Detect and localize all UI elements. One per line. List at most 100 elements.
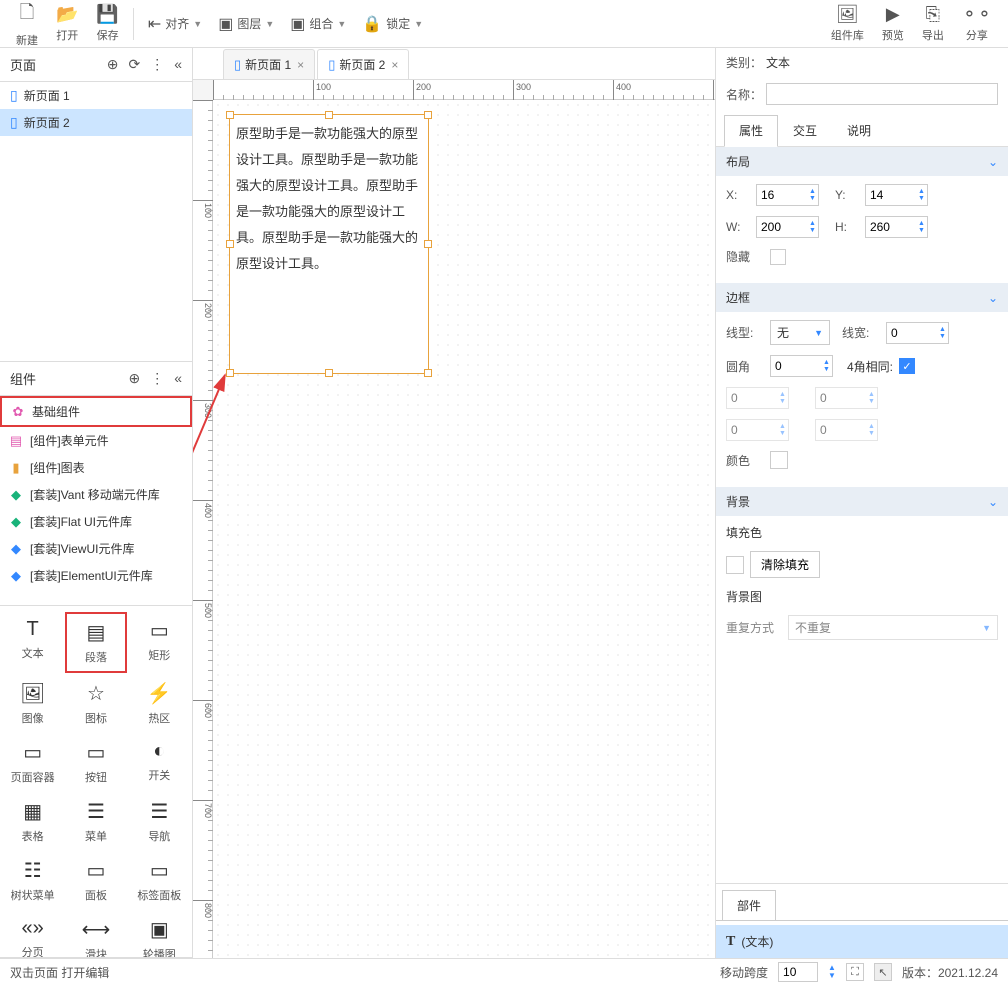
hide-checkbox[interactable] xyxy=(770,249,786,265)
layout-section-header[interactable]: 布局⌄ xyxy=(716,147,1008,176)
component-cell[interactable]: ▭页面容器 xyxy=(2,734,63,791)
prop-tab-notes[interactable]: 说明 xyxy=(832,115,886,146)
part-item[interactable]: T(文本) xyxy=(716,925,1008,958)
h-input[interactable]: ▲▼ xyxy=(865,216,928,238)
component-cell[interactable]: ☰导航 xyxy=(129,793,190,850)
spin-icon[interactable]: ▲▼ xyxy=(828,964,836,980)
linewidth-input[interactable]: ▲▼ xyxy=(886,322,949,344)
component-cell[interactable]: ☆图标 xyxy=(65,675,126,732)
linetype-select[interactable]: 无▼ xyxy=(770,320,830,345)
component-cell[interactable]: ▦表格 xyxy=(2,793,63,850)
w-input[interactable]: ▲▼ xyxy=(756,216,819,238)
lib-icon: ▤ xyxy=(8,433,24,449)
resize-handle[interactable] xyxy=(424,240,432,248)
fullscreen-icon[interactable]: ⛶ xyxy=(846,963,864,981)
preview-button[interactable]: ▶预览 xyxy=(874,0,912,47)
component-cell[interactable]: ▭标签面板 xyxy=(129,852,190,909)
component-cell[interactable]: ▤段落 xyxy=(65,612,126,673)
component-cell[interactable]: 🖼图像 xyxy=(2,675,63,732)
corner-br-input[interactable]: ▲▼ xyxy=(815,419,878,441)
x-input[interactable]: ▲▼ xyxy=(756,184,819,206)
page-item[interactable]: ▯新页面 2 xyxy=(0,109,192,136)
export-button[interactable]: ⎘导出 xyxy=(914,0,952,47)
library-item[interactable]: ▤[组件]表单元件 xyxy=(0,427,192,454)
clear-fill-button[interactable]: 清除填充 xyxy=(750,551,820,578)
library-item[interactable]: ◆[套装]ElementUI元件库 xyxy=(0,562,192,589)
component-cell[interactable]: ☷树状菜单 xyxy=(2,852,63,909)
complib-button[interactable]: 🖼组件库 xyxy=(823,0,872,47)
component-cell[interactable]: ⚡热区 xyxy=(129,675,190,732)
lib-collapse-icon[interactable]: « xyxy=(174,370,182,387)
component-cell[interactable]: ▣轮播图 xyxy=(129,911,190,958)
selected-paragraph-element[interactable]: 原型助手是一款功能强大的原型设计工具。原型助手是一款功能强大的原型设计工具。原型… xyxy=(229,114,429,374)
library-item[interactable]: ✿基础组件 xyxy=(0,396,192,427)
collapse-icon[interactable]: « xyxy=(174,56,182,73)
lock-dropdown[interactable]: 🔒锁定▼ xyxy=(354,10,431,38)
open-button[interactable]: 📂打开 xyxy=(48,0,86,52)
lib-more-icon[interactable]: ⋮ xyxy=(150,370,164,387)
page-item[interactable]: ▯新页面 1 xyxy=(0,82,192,109)
repeat-select[interactable]: 不重复▼ xyxy=(788,615,998,640)
resize-handle[interactable] xyxy=(226,369,234,377)
component-cell[interactable]: «»分页 xyxy=(2,911,63,958)
new-button[interactable]: 🗋新建 xyxy=(8,0,46,52)
library-item[interactable]: ◆[套装]Flat UI元件库 xyxy=(0,508,192,535)
fill-color-swatch[interactable] xyxy=(726,556,744,574)
resize-handle[interactable] xyxy=(424,369,432,377)
canvas-tab[interactable]: ▯新页面 2× xyxy=(317,49,409,79)
resize-handle[interactable] xyxy=(325,111,333,119)
component-icon: ⚡ xyxy=(147,681,172,706)
group-dropdown[interactable]: ▣组合▼ xyxy=(282,10,354,38)
chevron-down-icon[interactable]: ⌄ xyxy=(988,291,998,305)
resize-handle[interactable] xyxy=(226,240,234,248)
corner-bl-input[interactable]: ▲▼ xyxy=(726,419,789,441)
component-icon: ▤ xyxy=(87,620,106,645)
canvas-tab[interactable]: ▯新页面 1× xyxy=(223,49,315,79)
component-cell[interactable]: ◐开关 xyxy=(129,734,190,791)
resize-handle[interactable] xyxy=(226,111,234,119)
pages-title: 页面 xyxy=(10,55,36,74)
component-icon: ☆ xyxy=(87,681,105,706)
component-icon: ◐ xyxy=(153,740,165,763)
cursor-icon[interactable]: ↖ xyxy=(874,963,892,981)
library-item[interactable]: ▮[组件]图表 xyxy=(0,454,192,481)
prop-tab-attributes[interactable]: 属性 xyxy=(724,115,778,147)
align-dropdown[interactable]: ⇤对齐▼ xyxy=(140,10,210,38)
close-tab-icon[interactable]: × xyxy=(391,58,398,72)
canvas[interactable]: 原型助手是一款功能强大的原型设计工具。原型助手是一款功能强大的原型设计工具。原型… xyxy=(213,100,715,958)
more-icon[interactable]: ⋮ xyxy=(150,56,164,73)
radius-input[interactable]: ▲▼ xyxy=(770,355,833,377)
component-cell[interactable]: T文本 xyxy=(2,612,63,673)
resize-handle[interactable] xyxy=(325,369,333,377)
prop-tab-interaction[interactable]: 交互 xyxy=(778,115,832,146)
component-cell[interactable]: ▭按钮 xyxy=(65,734,126,791)
close-tab-icon[interactable]: × xyxy=(297,58,304,72)
save-button[interactable]: 💾保存 xyxy=(88,0,126,52)
page-icon: ▯ xyxy=(10,87,18,104)
bg-section-header[interactable]: 背景⌄ xyxy=(716,487,1008,516)
component-cell[interactable]: ☰菜单 xyxy=(65,793,126,850)
add-lib-icon[interactable]: ⊕ xyxy=(128,370,140,387)
move-span-input[interactable] xyxy=(778,962,818,982)
corner-tr-input[interactable]: ▲▼ xyxy=(815,387,878,409)
resize-handle[interactable] xyxy=(424,111,432,119)
add-page-icon[interactable]: ⊕ xyxy=(107,56,119,73)
layer-dropdown[interactable]: ▣图层▼ xyxy=(210,10,282,38)
name-input[interactable] xyxy=(766,83,998,105)
refresh-icon[interactable]: ⟳ xyxy=(128,56,140,73)
parts-tab[interactable]: 部件 xyxy=(722,890,776,920)
library-item[interactable]: ◆[套装]Vant 移动端元件库 xyxy=(0,481,192,508)
border-color-swatch[interactable] xyxy=(770,451,788,469)
chevron-down-icon[interactable]: ⌄ xyxy=(988,155,998,169)
share-button[interactable]: ⚬⚬分享 xyxy=(954,0,1000,47)
border-section-header[interactable]: 边框⌄ xyxy=(716,283,1008,312)
y-input[interactable]: ▲▼ xyxy=(865,184,928,206)
page-icon: ▯ xyxy=(234,57,241,73)
library-item[interactable]: ◆[套装]ViewUI元件库 xyxy=(0,535,192,562)
component-cell[interactable]: ▭矩形 xyxy=(129,612,190,673)
chevron-down-icon[interactable]: ⌄ xyxy=(988,495,998,509)
component-cell[interactable]: ⟷滑块 xyxy=(65,911,126,958)
component-cell[interactable]: ▭面板 xyxy=(65,852,126,909)
corner-tl-input[interactable]: ▲▼ xyxy=(726,387,789,409)
same-corner-checkbox[interactable]: ✓ xyxy=(899,358,915,374)
